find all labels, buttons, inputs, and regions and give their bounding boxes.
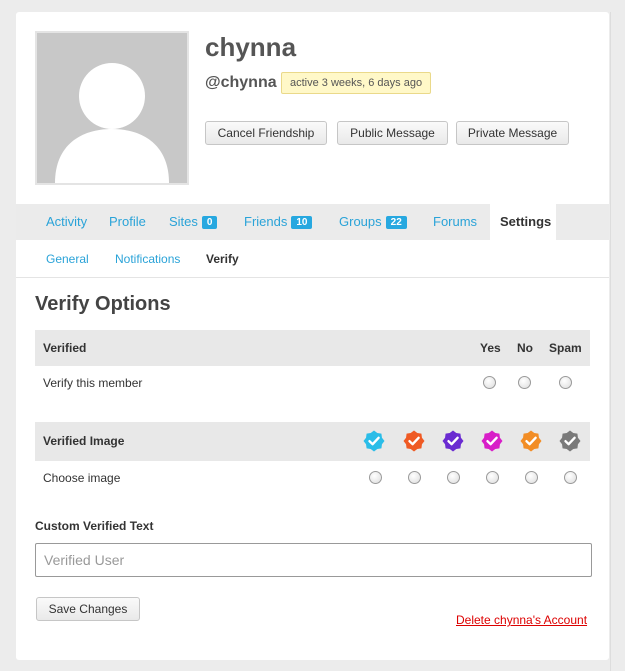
verified-table-header: Verified Yes No Spam — [35, 330, 590, 366]
spam-column-header: Spam — [549, 341, 582, 355]
tab-count-badge: 10 — [291, 216, 313, 229]
verified-badge-purple-icon — [442, 430, 464, 452]
image-purple-radio[interactable] — [447, 471, 460, 484]
verified-image-column-header: Verified Image — [43, 434, 125, 448]
tab-count-badge: 0 — [201, 216, 218, 229]
tab-friends[interactable]: Friends 10 — [244, 204, 313, 240]
page-edge-divider — [610, 12, 611, 671]
default-avatar-icon — [37, 33, 187, 183]
page-title: Verify Options — [35, 293, 171, 315]
tab-groups[interactable]: Groups 22 — [339, 204, 407, 240]
delete-account-link[interactable]: Delete chynna's Account — [456, 613, 587, 627]
subtab-verify[interactable]: Verify — [206, 240, 239, 278]
tab-settings[interactable]: Settings — [490, 204, 556, 240]
tab-label: Settings — [500, 214, 552, 229]
tab-count-badge: 22 — [385, 216, 407, 229]
tab-label: Profile — [109, 214, 146, 229]
tab-label: Groups — [339, 214, 382, 229]
image-orange-red-radio[interactable] — [408, 471, 421, 484]
tab-label: Forums — [433, 214, 478, 229]
verified-badge-gray-icon — [559, 430, 581, 452]
tab-sites[interactable]: Sites 0 — [169, 204, 218, 240]
verified-image-table-header: Verified Image — [35, 422, 590, 461]
save-changes-button[interactable]: Save Changes — [36, 597, 140, 621]
private-message-button[interactable]: Private Message — [456, 121, 569, 145]
tab-label: Sites — [169, 214, 198, 229]
tab-label: Friends — [244, 214, 288, 229]
avatar[interactable] — [35, 31, 189, 185]
verify-yes-radio[interactable] — [483, 376, 496, 389]
verified-badge-blue-icon — [363, 430, 385, 452]
verified-badge-orange-icon — [520, 430, 542, 452]
tab-activity[interactable]: Activity — [46, 204, 87, 240]
activity-badge: active 3 weeks, 6 days ago — [281, 72, 432, 94]
verified-column-header: Verified — [43, 341, 87, 355]
image-magenta-radio[interactable] — [486, 471, 499, 484]
verified-badge-magenta-icon — [481, 430, 503, 452]
profile-handle: @chynna — [205, 74, 277, 91]
no-column-header: No — [517, 341, 533, 355]
settings-subnav: General Notifications Verify — [16, 240, 609, 278]
image-orange-radio[interactable] — [525, 471, 538, 484]
profile-name: chynna — [205, 32, 297, 62]
profile-tabs: Activity Profile Sites 0 Friends 10 Groups… — [16, 204, 609, 240]
tab-profile[interactable]: Profile — [109, 204, 146, 240]
custom-verified-text-label: Custom Verified Text — [35, 519, 154, 533]
image-gray-radio[interactable] — [564, 471, 577, 484]
profile-card: chynna @chynna active 3 weeks, 6 days ag… — [16, 12, 609, 660]
public-message-button[interactable]: Public Message — [337, 121, 448, 145]
verify-spam-radio[interactable] — [559, 376, 572, 389]
verify-member-label: Verify this member — [43, 376, 143, 390]
verify-no-radio[interactable] — [518, 376, 531, 389]
verified-badge-orange-red-icon — [403, 430, 425, 452]
tab-forums[interactable]: Forums — [433, 204, 477, 240]
yes-column-header: Yes — [480, 341, 501, 355]
custom-verified-text-input[interactable] — [35, 543, 592, 577]
subtab-general[interactable]: General — [46, 240, 89, 278]
tab-label: Activity — [46, 214, 88, 229]
cancel-friendship-button[interactable]: Cancel Friendship — [205, 121, 327, 145]
image-blue-radio[interactable] — [369, 471, 382, 484]
subtab-notifications[interactable]: Notifications — [115, 240, 180, 278]
choose-image-label: Choose image — [43, 471, 121, 485]
